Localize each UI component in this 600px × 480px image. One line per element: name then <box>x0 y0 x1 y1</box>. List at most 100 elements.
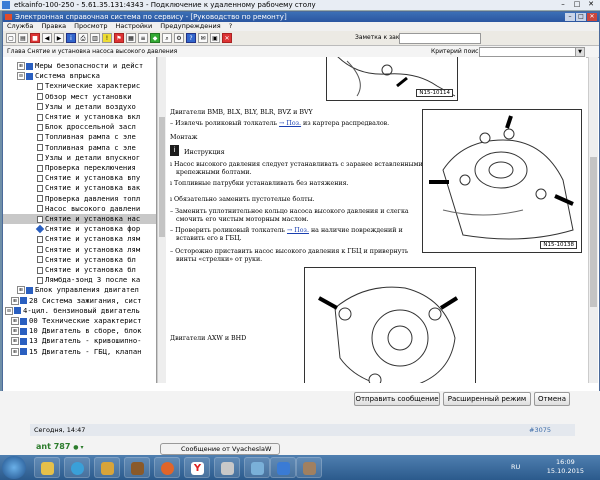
open-icon[interactable]: ▤ <box>18 33 28 43</box>
tree-item[interactable]: Блок дроссельной засл <box>3 122 156 132</box>
tree-item[interactable]: Снятие и установка впу <box>3 173 156 183</box>
exit-icon[interactable]: ✕ <box>222 33 232 43</box>
tree-item[interactable]: ⊞ Блок управления двигател <box>3 285 156 295</box>
tree-item[interactable]: Снятие и установка вак <box>3 183 156 193</box>
forward-icon[interactable]: ▶ <box>54 33 64 43</box>
collapse-icon[interactable]: ⊟ <box>5 306 13 315</box>
content-scrollbar[interactable] <box>588 57 598 383</box>
tree-item[interactable]: ⊞ 28 Система зажигания, сист <box>3 296 156 306</box>
tools-taskbar-icon[interactable] <box>296 457 322 478</box>
tree-item[interactable]: ⊞ 13 Двигатель - кривошипно- <box>3 336 156 346</box>
expand-icon[interactable]: ⊞ <box>11 296 19 305</box>
tree-item[interactable]: Проверка переключения <box>3 163 156 173</box>
chevron-down-icon[interactable]: ▼ <box>575 47 585 57</box>
tree-item[interactable]: Лямбда-зонд 3 после ка <box>3 275 156 285</box>
tree-item[interactable]: Топливная рампа с эле <box>3 143 156 153</box>
info-icon[interactable]: i <box>66 33 76 43</box>
print-icon[interactable]: ⎙ <box>78 33 88 43</box>
tree-item[interactable]: Насос высокого давлени <box>3 204 156 214</box>
pos-link-2[interactable]: → Поз. <box>287 227 309 234</box>
menu-warnings[interactable]: Предупреждения <box>160 22 220 31</box>
network-taskbar-icon[interactable] <box>244 457 270 478</box>
list-icon[interactable]: ≡ <box>138 33 148 43</box>
menu-view[interactable]: Просмотр <box>74 22 107 31</box>
content-scroll-thumb[interactable] <box>590 157 597 307</box>
help-icon[interactable]: ? <box>186 33 196 43</box>
post-author[interactable]: ant 787 ● ▾ <box>36 442 84 451</box>
menu-help[interactable]: ? <box>229 22 232 31</box>
tree-item[interactable]: Снятие и установка бл <box>3 265 156 275</box>
cancel-button[interactable]: Отмена <box>534 392 570 406</box>
tree-item[interactable]: ⊞ 10 Двигатель в сборе, блок <box>3 326 156 336</box>
menu-settings[interactable]: Настройки <box>116 22 153 31</box>
tree-item[interactable]: ⊞ 00 Технические характерист <box>3 316 156 326</box>
tree-scrollbar[interactable] <box>157 57 166 383</box>
app-maximize-button[interactable]: □ <box>576 13 586 21</box>
car-icon[interactable]: ◆ <box>150 33 160 43</box>
tree-item[interactable]: ⊞ 15 Двигатель - ГБЦ, клапан <box>3 347 156 357</box>
app-minimize-button[interactable]: – <box>565 13 575 21</box>
advanced-mode-button[interactable]: Расширенный режим <box>443 392 531 406</box>
tree-item[interactable]: Снятие и установка лям <box>3 245 156 255</box>
tree-item[interactable]: Топливная рампа с эле <box>3 132 156 142</box>
start-button[interactable] <box>2 456 26 479</box>
minimize-button[interactable]: – <box>556 0 570 9</box>
back-icon[interactable]: ◀ <box>42 33 52 43</box>
tree-item[interactable]: Проверка давления топл <box>3 194 156 204</box>
folder-taskbar-icon[interactable] <box>94 457 120 478</box>
mail-icon[interactable]: ✉ <box>198 33 208 43</box>
system-clock[interactable]: 16:09 15.10.2015 <box>547 458 584 476</box>
criteria-select[interactable] <box>479 47 577 57</box>
tree-item[interactable]: ⊟ Система впрыска <box>3 71 156 81</box>
tree-item[interactable]: Узлы и детали впускног <box>3 153 156 163</box>
tree-item[interactable]: Обзор мест установки <box>3 92 156 102</box>
expand-icon[interactable]: ⊞ <box>17 62 25 70</box>
expand-icon[interactable]: ⊞ <box>11 317 19 325</box>
expand-icon[interactable]: ⊞ <box>11 337 19 346</box>
warning-icon[interactable]: ! <box>102 33 112 43</box>
language-indicator[interactable]: RU <box>511 463 520 471</box>
tree-item[interactable]: Снятие и установка вкл <box>3 112 156 122</box>
grid-icon[interactable]: ▦ <box>126 33 136 43</box>
rdp-icon <box>2 1 10 9</box>
viewer-taskbar-icon[interactable] <box>214 457 240 478</box>
search-icon[interactable]: ⌕ <box>162 33 172 43</box>
stop-icon[interactable]: ■ <box>30 33 40 43</box>
remote-taskbar-icon[interactable] <box>270 457 296 478</box>
folder-icon[interactable]: ▣ <box>210 33 220 43</box>
send-message-button[interactable]: Отправить сообщение <box>354 392 440 406</box>
message-window-tab[interactable]: Сообщение от VyacheslaW <box>160 443 280 455</box>
firefox-taskbar-icon[interactable] <box>154 457 180 478</box>
tree-item[interactable]: Технические характерис <box>3 81 156 91</box>
expand-icon[interactable]: ⊞ <box>11 327 19 336</box>
tree-item[interactable]: Снятие и установка бл <box>3 255 156 265</box>
collapse-icon[interactable]: ⊟ <box>17 72 25 81</box>
yandex-taskbar-icon[interactable]: Y <box>184 457 210 478</box>
expand-icon[interactable]: ⊞ <box>17 286 25 295</box>
app-taskbar-icon[interactable] <box>124 457 150 478</box>
close-button[interactable]: ✕ <box>584 0 598 9</box>
explorer-taskbar-icon[interactable] <box>34 457 60 478</box>
maximize-button[interactable]: □ <box>570 0 584 9</box>
menu-edit[interactable]: Правка <box>41 22 66 31</box>
order-input[interactable] <box>399 33 481 44</box>
expand-icon[interactable]: ⊞ <box>11 347 19 356</box>
app-close-button[interactable]: ✕ <box>587 13 597 21</box>
tree-item[interactable]: ⊟ 4-цил. бензиновый двигатель <box>3 306 156 316</box>
post-number[interactable]: #3075 <box>529 424 551 436</box>
tree-item[interactable]: Снятие и установка фор <box>3 224 156 234</box>
book-icon[interactable]: ▥ <box>90 33 100 43</box>
taskbar: Y Сообщение от VyacheslaW RU 16:09 15.10… <box>0 443 600 480</box>
new-icon[interactable]: ▢ <box>6 33 16 43</box>
flag-icon[interactable]: ⚑ <box>114 33 124 43</box>
tools-icon[interactable]: ⚙ <box>174 33 184 43</box>
tree-item[interactable]: Узлы и детали воздухо <box>3 102 156 112</box>
tree-item[interactable]: ⊞ Меры безопасности и дейст <box>3 61 156 71</box>
media-taskbar-icon[interactable] <box>64 457 90 478</box>
tree-item-label: 28 Система зажигания, сист <box>29 295 142 305</box>
pos-link[interactable]: → Поз. <box>279 120 301 127</box>
menu-service[interactable]: Служба <box>7 22 33 31</box>
tree-scroll-thumb[interactable] <box>159 117 165 237</box>
tree-item-selected[interactable]: Снятие и установка нас <box>3 214 156 224</box>
tree-item[interactable]: Снятие и установка лям <box>3 234 156 244</box>
